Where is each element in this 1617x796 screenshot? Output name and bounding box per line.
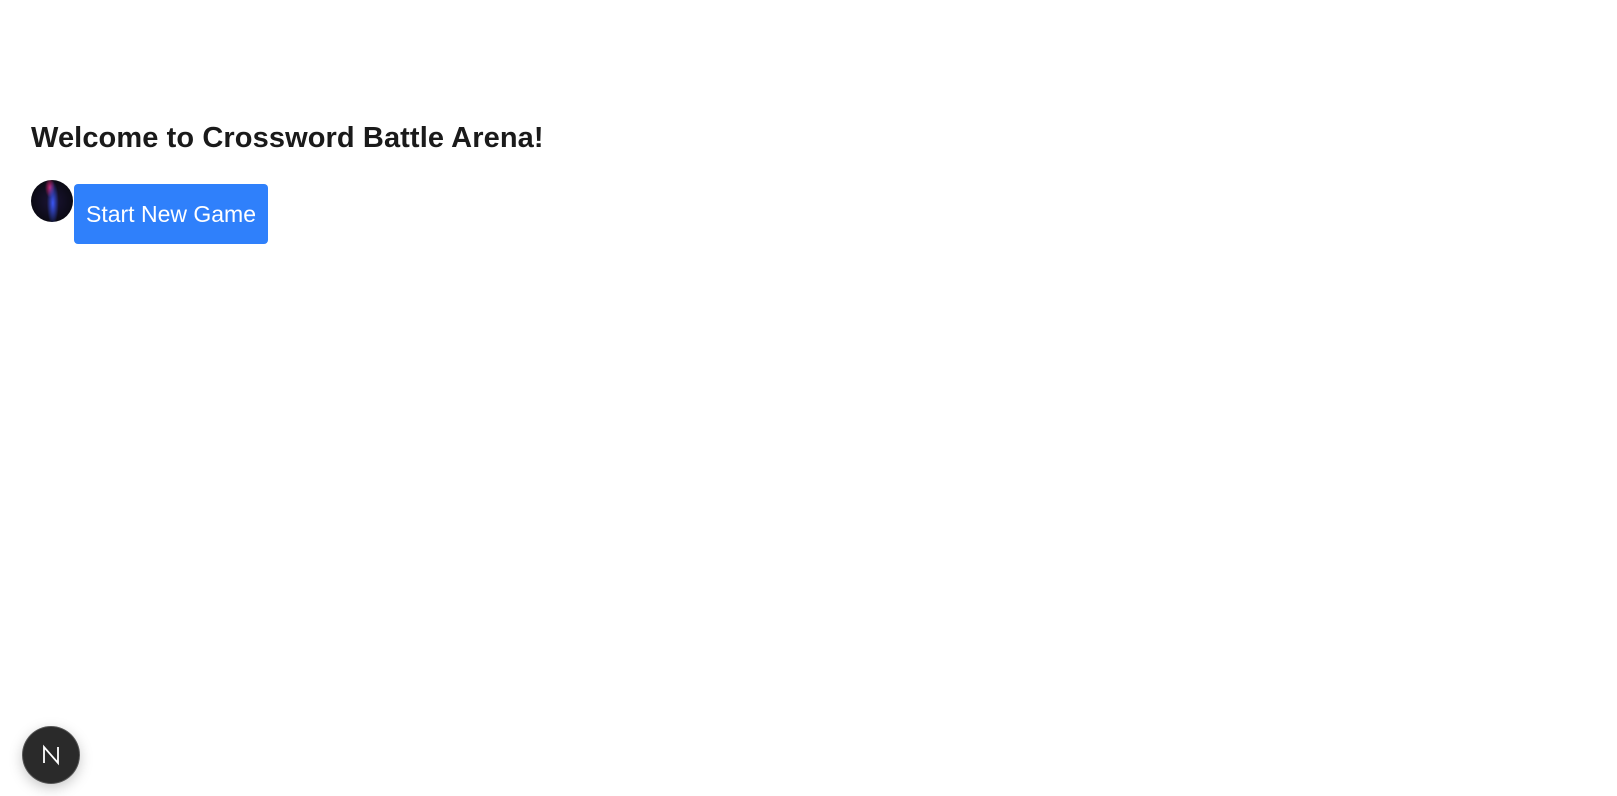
dev-tools-badge[interactable] xyxy=(23,727,79,783)
nextjs-logo-icon xyxy=(39,743,63,767)
page: Welcome to Crossword Battle Arena! Start… xyxy=(0,0,1617,796)
player-avatar xyxy=(31,180,73,222)
action-row: Start New Game xyxy=(31,179,268,244)
start-new-game-button[interactable]: Start New Game xyxy=(74,184,268,244)
page-title: Welcome to Crossword Battle Arena! xyxy=(31,122,544,154)
